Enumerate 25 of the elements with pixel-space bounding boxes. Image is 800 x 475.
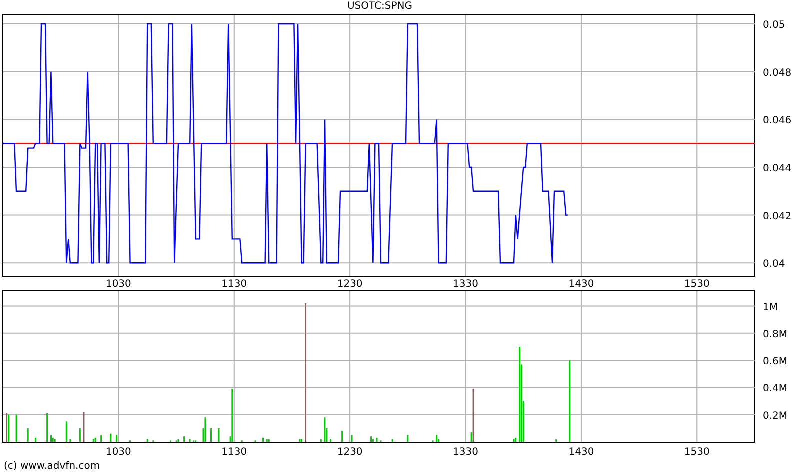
axis-label: 0.6M [763, 356, 788, 368]
axis-label: 0.8M [763, 329, 788, 340]
axis-label: 0.044 [763, 163, 792, 174]
axis-label: 0.046 [763, 116, 792, 127]
axis-label: 1130 [222, 279, 248, 290]
axis-label: 0.2M [763, 410, 788, 422]
axis-label: 1330 [453, 279, 478, 290]
copyright-text: (c) www.advfn.com [3, 460, 100, 474]
axis-label: 1530 [684, 447, 710, 456]
axis-label: 0.042 [763, 211, 792, 222]
axis-label: 0.04 [763, 259, 786, 270]
axis-label: 0.4M [763, 384, 788, 395]
axis-label: 0.048 [763, 68, 792, 79]
axis-label: 1430 [568, 447, 594, 456]
axis-label: 0.05 [763, 20, 786, 32]
axis-label: 1030 [106, 447, 132, 456]
axis-label: 1330 [453, 447, 478, 456]
axis-label: 1M [763, 302, 778, 314]
axis-label: 1530 [684, 279, 710, 290]
axis-label: 1130 [222, 447, 248, 456]
axis-label: 1230 [337, 279, 363, 290]
axis-label: 1230 [337, 447, 363, 456]
axis-label: 1030 [106, 279, 132, 290]
chart-title: USOTC:SPNG [347, 0, 413, 14]
axis-label: 1430 [568, 279, 594, 290]
